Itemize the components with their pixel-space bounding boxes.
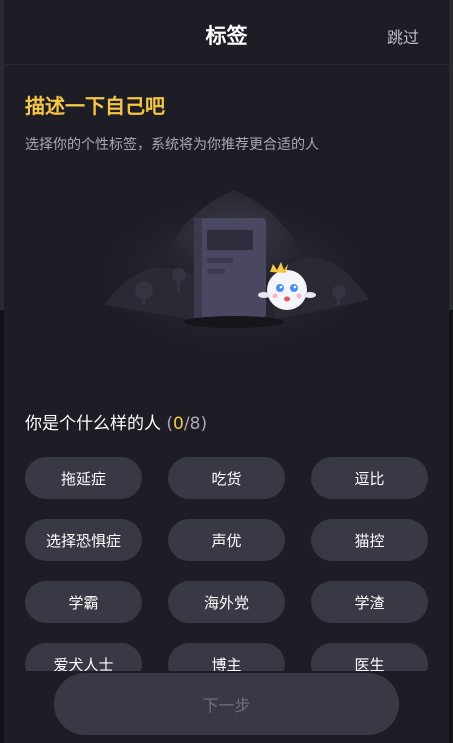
skip-button[interactable]: 跳过 — [387, 24, 419, 48]
selected-count: 0 — [173, 414, 184, 434]
selection-counter: (0/8) — [166, 414, 208, 434]
tag-indecisive[interactable]: 选择恐惧症 — [25, 519, 142, 561]
intro-headline: 描述一下自己吧 — [25, 94, 165, 118]
tag-poor-student[interactable]: 学渣 — [311, 581, 428, 623]
page-title: 标签 — [205, 24, 248, 48]
book-ghost-illustration — [84, 180, 384, 354]
tag-foodie[interactable]: 吃货 — [168, 457, 285, 499]
tag-top-student[interactable]: 学霸 — [25, 581, 142, 623]
question-text: 你是个什么样的人 — [25, 414, 161, 434]
next-step-button[interactable]: 下一步 — [54, 673, 399, 735]
max-count: 8 — [189, 414, 201, 434]
header: 标签 跳过 — [4, 0, 449, 65]
tag-funny[interactable]: 逗比 — [311, 457, 428, 499]
tag-cat-lover[interactable]: 猫控 — [311, 519, 428, 561]
question-heading: 你是个什么样的人 (0/8) — [25, 409, 207, 434]
intro-subtext: 选择你的个性标签，系统将为你推荐更合适的人 — [25, 137, 319, 153]
tag-grid: 拖延症 吃货 逗比 选择恐惧症 声优 猫控 学霸 海外党 学渣 爱犬人士 博主 … — [25, 457, 429, 685]
tag-procrastination[interactable]: 拖延症 — [25, 457, 142, 499]
tag-selection-sheet: 标签 跳过 描述一下自己吧 选择你的个性标签，系统将为你推荐更合适的人 你是个什… — [4, 0, 449, 743]
tag-overseas[interactable]: 海外党 — [168, 581, 285, 623]
tag-voice-actor[interactable]: 声优 — [168, 519, 285, 561]
